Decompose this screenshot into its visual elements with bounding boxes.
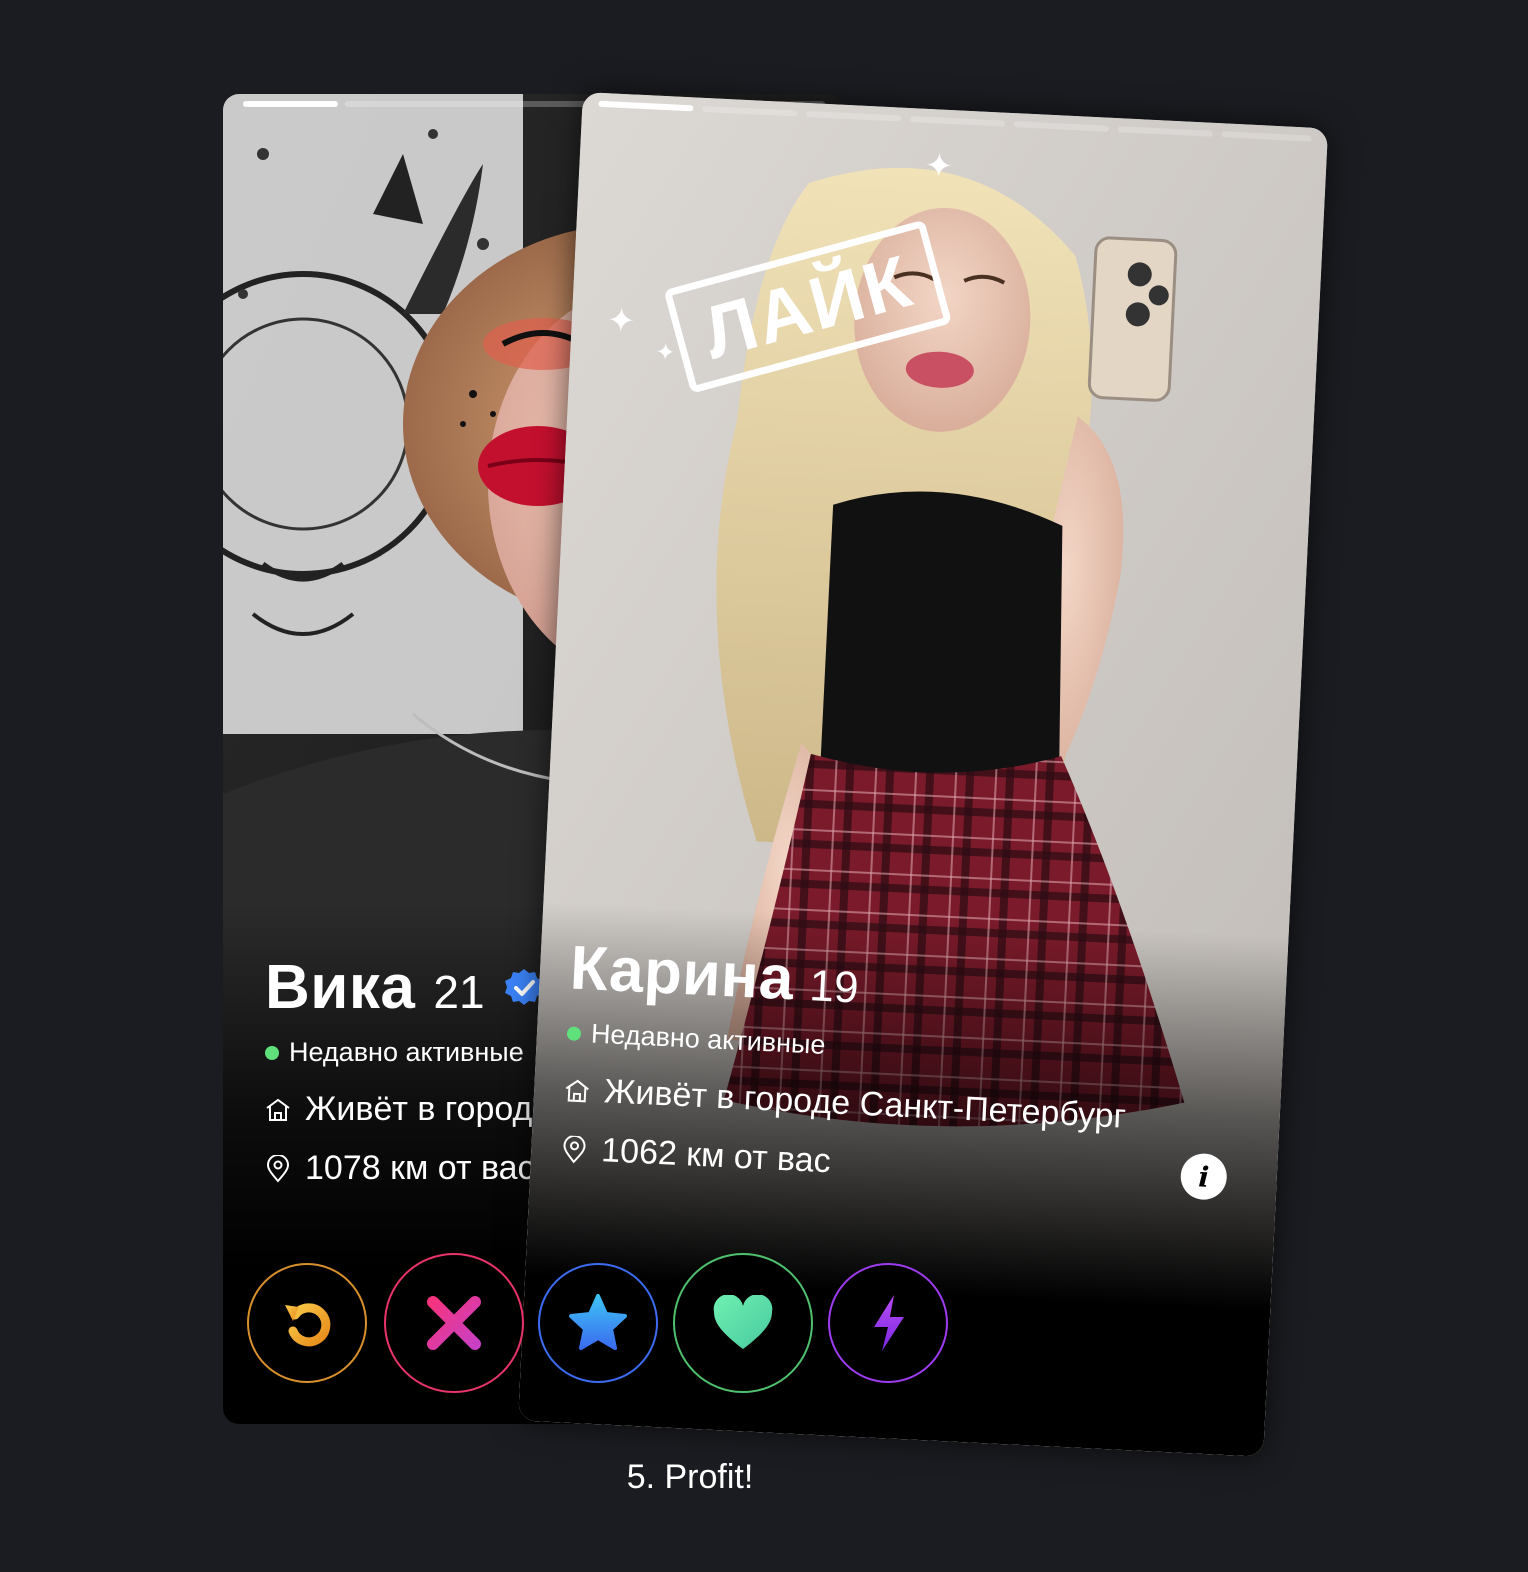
nope-button[interactable] xyxy=(384,1253,524,1393)
sparkle-icon: ✦ xyxy=(923,146,955,187)
sparkle-icon: ✦ xyxy=(654,338,677,367)
heart-icon xyxy=(713,1295,773,1349)
activity-status-label: Недавно активные xyxy=(590,1018,827,1060)
profile-card-front[interactable]: ЛАЙК ✦ ✦ ✦ Карина 19 Недавно активные Жи… xyxy=(518,92,1329,1457)
location-pin-icon xyxy=(266,1154,290,1183)
profile-name: Вика xyxy=(265,953,416,1022)
activity-status-label: Недавно активные xyxy=(289,1037,524,1067)
profile-info-front: Карина 19 Недавно активные Живёт в город… xyxy=(560,932,1271,1202)
profile-name: Карина xyxy=(568,933,796,1014)
rewind-button[interactable] xyxy=(247,1263,367,1383)
city-row: Живёт в городе Санкт-Петербург xyxy=(563,1070,1264,1143)
star-icon xyxy=(569,1294,627,1350)
online-dot-icon xyxy=(566,1025,582,1041)
distance-label: 1078 км от вас xyxy=(305,1149,535,1187)
profile-age: 19 xyxy=(808,961,860,1013)
boost-button[interactable] xyxy=(828,1263,948,1383)
profile-age: 21 xyxy=(433,966,485,1018)
lightning-icon xyxy=(874,1295,904,1351)
rewind-icon xyxy=(285,1303,331,1347)
super-like-button[interactable] xyxy=(538,1263,658,1383)
home-icon xyxy=(565,1079,589,1102)
like-button[interactable] xyxy=(673,1253,813,1393)
city-label: Живёт в городе xyxy=(305,1090,552,1128)
city-label: Живёт в городе Санкт-Петербург xyxy=(603,1072,1127,1136)
sparkle-icon: ✦ xyxy=(605,301,637,341)
home-icon xyxy=(266,1098,290,1121)
online-dot-icon xyxy=(265,1045,279,1060)
location-pin-icon xyxy=(563,1134,586,1163)
photo-progress-active xyxy=(243,101,338,107)
close-icon xyxy=(427,1296,481,1350)
caption: 5. Profit! xyxy=(626,1458,754,1496)
